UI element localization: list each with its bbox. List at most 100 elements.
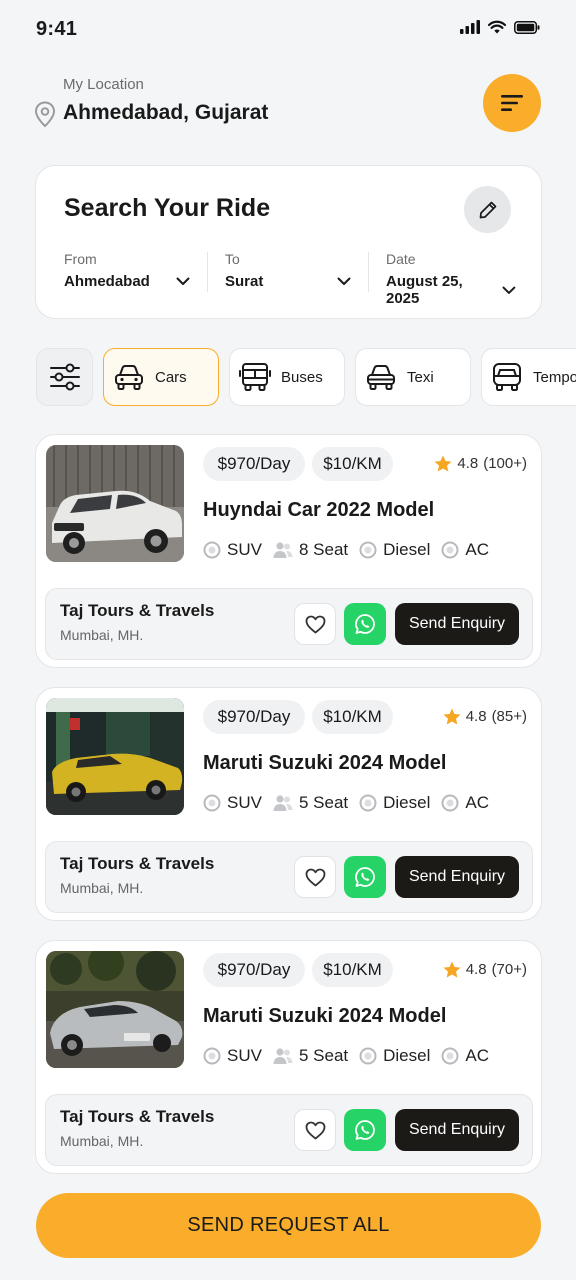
fuel-icon (359, 541, 377, 559)
body-type-icon (203, 794, 221, 812)
category-texi[interactable]: Texi (355, 348, 471, 406)
ac-icon (441, 1047, 459, 1065)
dealer-box: Taj Tours & Travels Mumbai, MH. Send Enq… (45, 588, 533, 660)
to-value: Surat (225, 273, 264, 290)
spec-seats: 8 Seat (273, 540, 348, 560)
listing-card[interactable]: $970/Day $10/KM 4.8 (85+) Maruti Suzuki … (35, 687, 542, 921)
favorite-button[interactable] (294, 603, 336, 645)
rating: 4.8 (100+) (434, 455, 527, 472)
send-enquiry-button[interactable]: Send Enquiry (395, 603, 519, 645)
dealer-location: Mumbai, MH. (60, 880, 144, 896)
category-label: Tempo (533, 368, 576, 386)
category-label: Cars (155, 368, 187, 386)
whatsapp-icon (355, 1120, 375, 1140)
favorite-button[interactable] (294, 856, 336, 898)
rating: 4.8 (85+) (443, 708, 527, 725)
whatsapp-button[interactable] (344, 603, 386, 645)
star-icon (434, 455, 452, 472)
date-label: Date (386, 251, 416, 267)
dealer-name: Taj Tours & Travels (60, 601, 215, 620)
category-buses[interactable]: Buses (229, 348, 345, 406)
dealer-location: Mumbai, MH. (60, 627, 144, 643)
spec-seats: 5 Seat (273, 1046, 348, 1066)
users-icon (273, 542, 293, 558)
category-row: Cars Buses Texi Tempo (36, 348, 576, 406)
spec-fuel: Diesel (359, 1046, 430, 1066)
spec-list: SUV 5 Seat Diesel AC (203, 793, 489, 813)
location-pin-icon (34, 101, 56, 133)
location-value[interactable]: Ahmedabad, Gujarat (63, 101, 268, 125)
to-value-row: Surat (225, 273, 353, 290)
rating-value: 4.8 (465, 961, 487, 978)
menu-lines-icon (501, 95, 523, 111)
rating-count: (70+) (491, 961, 527, 978)
tempo-icon (493, 363, 521, 391)
spec-type: SUV (203, 540, 262, 560)
date-value-row: August 25, 2025 (386, 273, 516, 307)
rating-count: (85+) (491, 708, 527, 725)
ac-icon (441, 794, 459, 812)
car-photo (46, 445, 184, 562)
from-value: Ahmedabad (64, 273, 150, 290)
send-enquiry-button[interactable]: Send Enquiry (395, 856, 519, 898)
fuel-icon (359, 1047, 377, 1065)
dealer-location: Mumbai, MH. (60, 1133, 144, 1149)
dealer-box: Taj Tours & Travels Mumbai, MH. Send Enq… (45, 841, 533, 913)
price-per-day: $970/Day (203, 447, 305, 481)
field-divider (368, 252, 369, 292)
listing-card[interactable]: $970/Day $10/KM 4.8 (100+) Huyndai Car 2… (35, 434, 542, 668)
spec-type: SUV (203, 793, 262, 813)
spec-type: SUV (203, 1046, 262, 1066)
whatsapp-icon (355, 614, 375, 634)
location-label: My Location (63, 76, 144, 93)
spec-seats: 5 Seat (273, 793, 348, 813)
category-tempo[interactable]: Tempo (481, 348, 576, 406)
spec-ac: AC (441, 540, 489, 560)
pencil-icon (479, 201, 496, 218)
car-title: Maruti Suzuki 2024 Model (203, 1005, 447, 1027)
star-icon (443, 961, 461, 978)
spec-ac: AC (441, 793, 489, 813)
dealer-name: Taj Tours & Travels (60, 854, 215, 873)
signal-icon (460, 20, 480, 34)
body-type-icon (203, 1047, 221, 1065)
date-field[interactable]: Date August 25, 2025 (386, 251, 516, 307)
bus-icon (239, 363, 271, 391)
from-field[interactable]: From Ahmedabad (64, 251, 192, 295)
from-value-row: Ahmedabad (64, 273, 192, 290)
filter-button[interactable] (36, 348, 93, 406)
whatsapp-button[interactable] (344, 856, 386, 898)
car-photo (46, 698, 184, 815)
body-type-icon (203, 541, 221, 559)
whatsapp-button[interactable] (344, 1109, 386, 1151)
listing-card[interactable]: $970/Day $10/KM 4.8 (70+) Maruti Suzuki … (35, 940, 542, 1174)
fuel-icon (359, 794, 377, 812)
taxi-icon (367, 365, 395, 390)
send-request-all-button[interactable]: SEND REQUEST ALL (36, 1193, 541, 1258)
status-time: 9:41 (36, 18, 78, 40)
battery-icon (514, 20, 540, 34)
price-per-km: $10/KM (312, 447, 393, 481)
edit-search-button[interactable] (464, 186, 511, 233)
spec-list: SUV 5 Seat Diesel AC (203, 1046, 489, 1066)
category-label: Buses (281, 368, 323, 386)
send-enquiry-button[interactable]: Send Enquiry (395, 1109, 519, 1151)
price-per-day: $970/Day (203, 953, 305, 987)
search-card: Search Your Ride From Ahmedabad To Surat… (35, 165, 542, 319)
star-icon (443, 708, 461, 725)
chevron-down-icon (502, 286, 516, 294)
spec-fuel: Diesel (359, 793, 430, 813)
category-label: Texi (407, 368, 434, 386)
category-cars[interactable]: Cars (103, 348, 219, 406)
status-icons (460, 20, 540, 34)
car-icon (115, 365, 143, 390)
rating-value: 4.8 (465, 708, 487, 725)
spec-list: SUV 8 Seat Diesel AC (203, 540, 489, 560)
dealer-box: Taj Tours & Travels Mumbai, MH. Send Enq… (45, 1094, 533, 1166)
favorite-button[interactable] (294, 1109, 336, 1151)
menu-button[interactable] (483, 74, 541, 132)
whatsapp-icon (355, 867, 375, 887)
spec-ac: AC (441, 1046, 489, 1066)
rating-value: 4.8 (457, 455, 479, 472)
to-field[interactable]: To Surat (225, 251, 353, 295)
